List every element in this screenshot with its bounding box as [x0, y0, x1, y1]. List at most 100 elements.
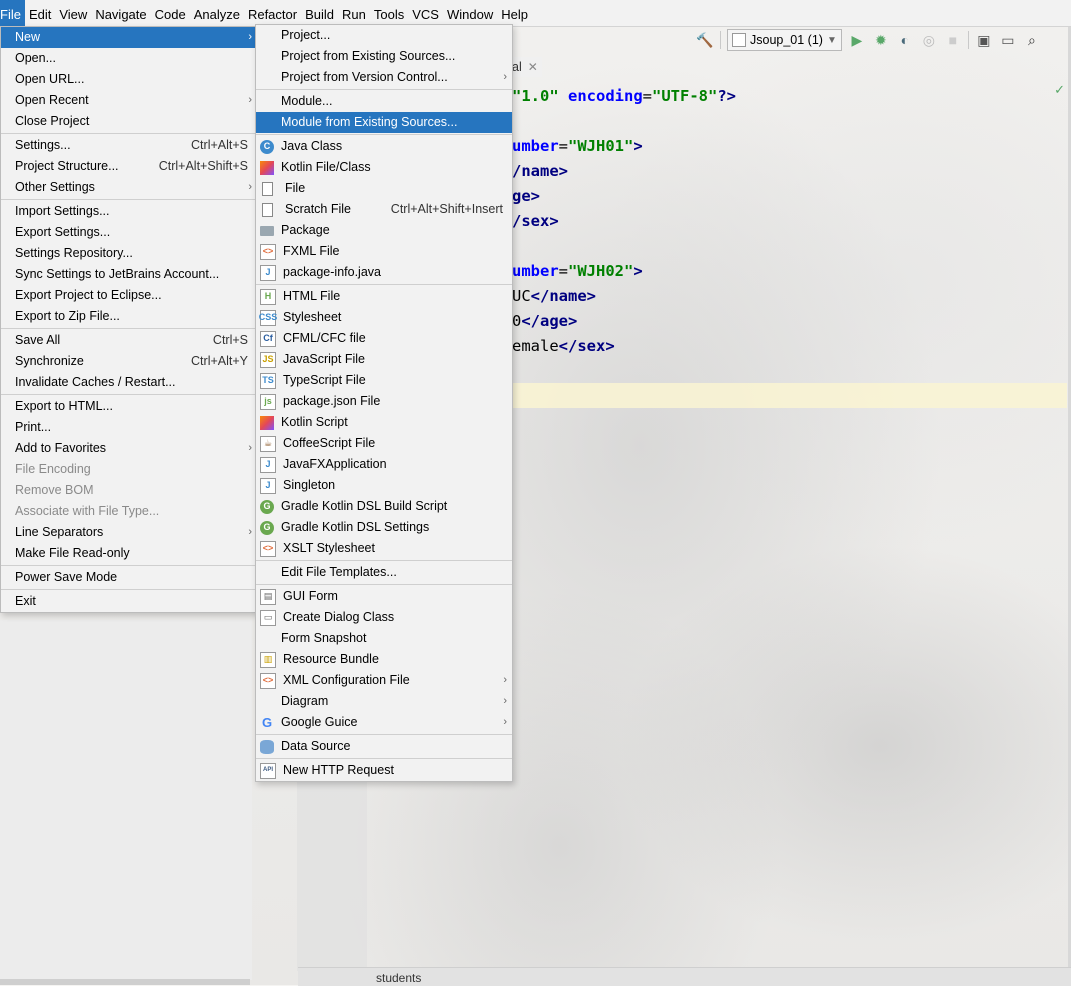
- kotlin-script-icon: [260, 415, 274, 430]
- menu-file[interactable]: File: [0, 0, 25, 26]
- menu-item-save-all[interactable]: Save All Ctrl+S: [1, 330, 257, 351]
- chevron-right-icon: ›: [503, 71, 507, 83]
- code-editor[interactable]: "1.0" encoding="UTF-8"?> umber="WJH01"> …: [512, 84, 736, 359]
- menu-item-create-dialog-class[interactable]: ▭ Create Dialog Class: [256, 607, 512, 628]
- menu-item-sync-settings[interactable]: Sync Settings to JetBrains Account...: [1, 264, 257, 285]
- menu-item-settings[interactable]: Settings... Ctrl+Alt+S: [1, 135, 257, 156]
- menu-item-package-json[interactable]: js package.json File: [256, 391, 512, 412]
- menu-run[interactable]: Run: [338, 0, 370, 26]
- menu-item-gradle-settings[interactable]: G Gradle Kotlin DSL Settings: [256, 517, 512, 538]
- menu-item-import-settings[interactable]: Import Settings...: [1, 201, 257, 222]
- menu-item-settings-repository[interactable]: Settings Repository...: [1, 243, 257, 264]
- menu-item-resource-bundle[interactable]: ▥ Resource Bundle: [256, 649, 512, 670]
- menu-item-exit[interactable]: Exit: [1, 591, 257, 612]
- menu-item-coffeescript-file[interactable]: ☕ CoffeeScript File: [256, 433, 512, 454]
- debug-icon[interactable]: ✹: [872, 31, 890, 49]
- menu-item-other-settings[interactable]: Other Settings ›: [1, 177, 257, 198]
- menu-item-label: package-info.java: [283, 265, 381, 279]
- menu-item-invalidate-caches[interactable]: Invalidate Caches / Restart...: [1, 372, 257, 393]
- menu-item-new-http-request[interactable]: API New HTTP Request: [256, 760, 512, 781]
- menu-item-close-project[interactable]: Close Project: [1, 111, 257, 132]
- menu-item-open-recent[interactable]: Open Recent ›: [1, 90, 257, 111]
- http-request-icon: API: [260, 762, 276, 779]
- stylesheet-icon: CSS: [259, 309, 277, 326]
- menu-item-open-url[interactable]: Open URL...: [1, 69, 257, 90]
- menu-item-typescript-file[interactable]: TS TypeScript File: [256, 370, 512, 391]
- menu-item-file[interactable]: File: [256, 178, 512, 199]
- horizontal-scrollbar[interactable]: [0, 979, 250, 985]
- menu-window[interactable]: Window: [443, 0, 497, 26]
- menu-edit[interactable]: Edit: [25, 0, 55, 26]
- menu-help[interactable]: Help: [497, 0, 532, 26]
- search-icon[interactable]: ⌕: [1023, 31, 1041, 49]
- menu-item-xslt-stylesheet[interactable]: <> XSLT Stylesheet: [256, 538, 512, 559]
- menu-item-edit-file-templates[interactable]: Edit File Templates...: [256, 562, 512, 583]
- menu-item-synchronize[interactable]: Synchronize Ctrl+Alt+Y: [1, 351, 257, 372]
- menu-item-package-info[interactable]: Jpackage-info.java: [256, 262, 512, 283]
- menu-item-singleton[interactable]: J Singleton: [256, 475, 512, 496]
- menu-item-new[interactable]: New ›: [1, 27, 257, 48]
- menu-vcs[interactable]: VCS: [408, 0, 443, 26]
- menu-item-project[interactable]: Project...: [256, 25, 512, 46]
- editor-tab[interactable]: al ✕: [512, 57, 542, 77]
- hammer-icon[interactable]: 🔨: [696, 31, 714, 49]
- menu-item-package[interactable]: Package: [256, 220, 512, 241]
- menu-item-kotlin-script[interactable]: Kotlin Script: [256, 412, 512, 433]
- menu-item-kotlin-file[interactable]: Kotlin File/Class: [256, 157, 512, 178]
- menu-item-power-save[interactable]: Power Save Mode: [1, 567, 257, 588]
- profile-icon[interactable]: ◎: [920, 31, 938, 49]
- menu-item-export-eclipse[interactable]: Export Project to Eclipse...: [1, 285, 257, 306]
- menu-item-module[interactable]: Module...: [256, 91, 512, 112]
- menu-item-data-source[interactable]: Data Source: [256, 736, 512, 757]
- menu-item-javafx-application[interactable]: J JavaFXApplication: [256, 454, 512, 475]
- menu-item-diagram[interactable]: Diagram ›: [256, 691, 512, 712]
- menu-item-label: Sync Settings to JetBrains Account...: [15, 267, 220, 281]
- menu-item-scratch-file[interactable]: Scratch File Ctrl+Alt+Shift+Insert: [256, 199, 512, 220]
- menu-item-line-separators[interactable]: Line Separators ›: [1, 522, 257, 543]
- menu-view[interactable]: View: [55, 0, 91, 26]
- code-line: 0</age>: [512, 312, 578, 330]
- stop-icon[interactable]: ■: [944, 31, 962, 49]
- menu-item-fxml-file[interactable]: <> FXML File: [256, 241, 512, 262]
- menu-item-label: Export Project to Eclipse...: [15, 288, 162, 302]
- menu-item-html-file[interactable]: H HTML File: [256, 286, 512, 307]
- code-line: /sex>: [512, 212, 559, 230]
- menu-item-label: Project from Existing Sources...: [281, 49, 456, 63]
- menu-code[interactable]: Code: [151, 0, 190, 26]
- menu-build[interactable]: Build: [301, 0, 338, 26]
- cfml-file-icon: Cf: [260, 330, 276, 347]
- menu-item-form-snapshot[interactable]: Form Snapshot: [256, 628, 512, 649]
- menu-item-export-html[interactable]: Export to HTML...: [1, 396, 257, 417]
- menu-tools[interactable]: Tools: [370, 0, 408, 26]
- menu-item-xml-configuration[interactable]: <> XML Configuration File ›: [256, 670, 512, 691]
- coverage-icon[interactable]: ◐: [896, 31, 914, 49]
- project-structure-icon[interactable]: ▣: [975, 31, 993, 49]
- coffeescript-file-icon: ☕: [260, 435, 276, 452]
- run-config-dropdown[interactable]: Jsoup_01 (1) ▼: [727, 29, 842, 51]
- menu-item-google-guice[interactable]: G Google Guice ›: [256, 712, 512, 733]
- run-icon[interactable]: ▶: [848, 31, 866, 49]
- menu-refactor[interactable]: Refactor: [244, 0, 301, 26]
- menu-item-javascript-file[interactable]: JS JavaScript File: [256, 349, 512, 370]
- menu-separator: [1, 328, 257, 329]
- close-icon[interactable]: ✕: [528, 60, 538, 74]
- menu-item-export-settings[interactable]: Export Settings...: [1, 222, 257, 243]
- menu-item-project-existing[interactable]: Project from Existing Sources...: [256, 46, 512, 67]
- menu-item-cfml-file[interactable]: Cf CFML/CFC file: [256, 328, 512, 349]
- menu-item-gradle-build-script[interactable]: G Gradle Kotlin DSL Build Script: [256, 496, 512, 517]
- menu-item-make-read-only[interactable]: Make File Read-only: [1, 543, 257, 564]
- menu-analyze[interactable]: Analyze: [190, 0, 244, 26]
- menu-item-print[interactable]: Print...: [1, 417, 257, 438]
- menu-item-java-class[interactable]: C Java Class: [256, 136, 512, 157]
- menu-item-stylesheet[interactable]: CSS Stylesheet: [256, 307, 512, 328]
- menu-item-project-structure[interactable]: Project Structure... Ctrl+Alt+Shift+S: [1, 156, 257, 177]
- menu-item-export-zip[interactable]: Export to Zip File...: [1, 306, 257, 327]
- menu-item-open[interactable]: Open...: [1, 48, 257, 69]
- menu-navigate[interactable]: Navigate: [91, 0, 150, 26]
- menu-item-add-favorites[interactable]: Add to Favorites ›: [1, 438, 257, 459]
- menu-item-module-existing[interactable]: Module from Existing Sources...: [256, 112, 512, 133]
- menu-item-project-vcs[interactable]: Project from Version Control... ›: [256, 67, 512, 88]
- code-line: ge>: [512, 187, 540, 205]
- layout-icon[interactable]: ▭: [999, 31, 1017, 49]
- menu-item-gui-form[interactable]: ▤ GUI Form: [256, 586, 512, 607]
